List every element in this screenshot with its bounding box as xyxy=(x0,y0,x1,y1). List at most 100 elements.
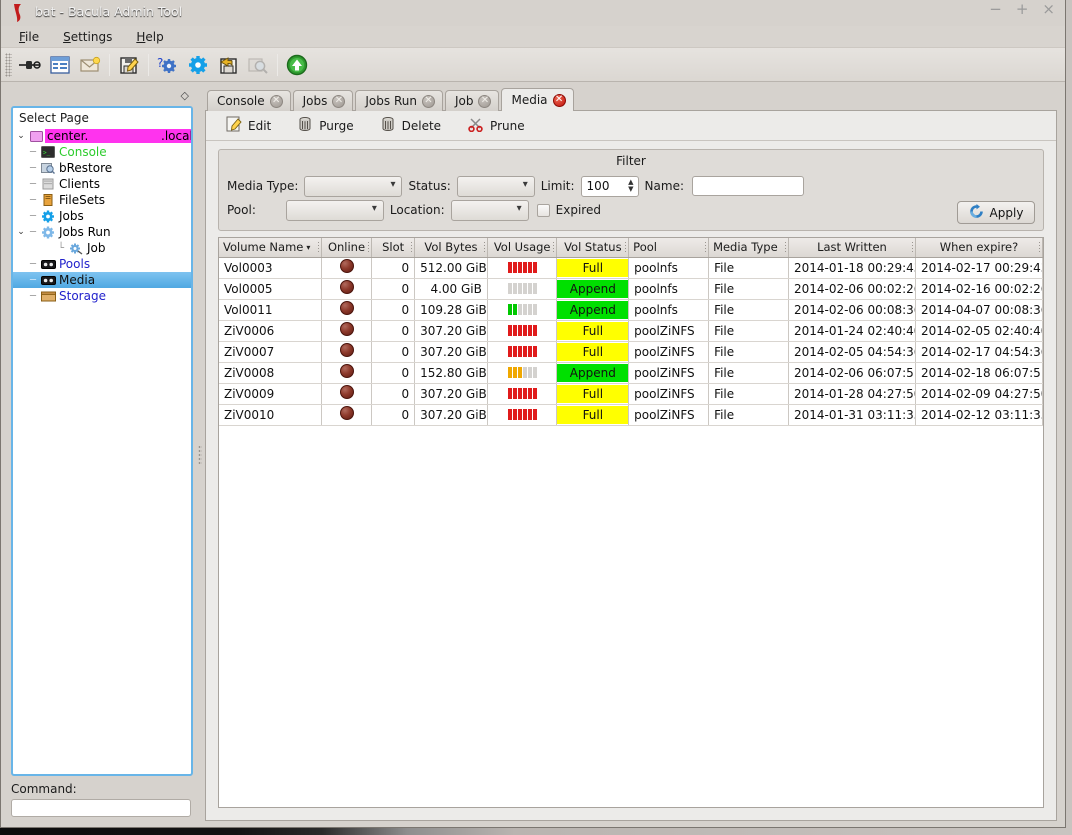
sidebar-item-console[interactable]: ─ >_ Console xyxy=(13,144,191,160)
cell-online xyxy=(321,362,373,384)
tab-job[interactable]: Job ✕ xyxy=(444,90,500,111)
cell-media-type: File xyxy=(708,278,789,300)
menu-settings[interactable]: Settings xyxy=(53,28,122,46)
maximize-button[interactable]: + xyxy=(1016,2,1029,17)
name-input[interactable] xyxy=(692,176,804,196)
tab-jobs[interactable]: Jobs ✕ xyxy=(292,90,354,111)
menu-file[interactable]: FFileile xyxy=(9,28,49,46)
tab-media[interactable]: Media ✕ xyxy=(501,88,574,111)
media-table-container[interactable]: Volume Name ▾ Online Slot Vol Bytes Vol Usage… xyxy=(218,237,1044,808)
column-header-vol-status[interactable]: Vol Status xyxy=(556,238,630,258)
status-select[interactable] xyxy=(456,175,535,197)
gear-question-icon[interactable]: ? xyxy=(153,51,183,79)
offline-indicator-icon xyxy=(339,280,354,294)
tab-console[interactable]: Console ✕ xyxy=(207,90,291,111)
table-row[interactable]: ZiV0008 0 152.80 GiB Append poolZiNFS File 201… xyxy=(219,362,1043,384)
column-header-pool[interactable]: Pool xyxy=(628,238,710,258)
cell-pool: poolZiNFS xyxy=(628,320,710,342)
column-header-vol-bytes[interactable]: Vol Bytes xyxy=(414,238,488,258)
close-button[interactable]: × xyxy=(1042,2,1055,17)
toolbar-grip[interactable] xyxy=(5,52,12,77)
usage-segment xyxy=(522,325,527,336)
table-row[interactable]: ZiV0010 0 307.20 GiB Full poolZiNFS File 2014-… xyxy=(219,404,1043,426)
command-input[interactable] xyxy=(11,799,191,817)
media-table: Volume Name ▾ Online Slot Vol Bytes Vol Usage… xyxy=(219,238,1043,426)
cell-pool: poolnfs xyxy=(628,299,710,321)
gear-blue-icon xyxy=(39,210,57,223)
restore-disk-icon[interactable] xyxy=(213,51,243,79)
sidebar-item-filesets[interactable]: ─ FileSets xyxy=(13,192,191,208)
minimize-button[interactable]: − xyxy=(989,2,1002,17)
tree-line: ─ xyxy=(29,274,37,286)
sidebar-item-jobs[interactable]: ─ Jobs xyxy=(13,208,191,224)
column-header-vol-usage[interactable]: Vol Usage xyxy=(487,238,558,258)
usage-segment xyxy=(532,262,537,273)
panel-splitter[interactable] xyxy=(195,84,205,825)
sort-chevron-down-icon[interactable]: ▾ xyxy=(306,243,310,252)
sidebar-item-media[interactable]: ─ Media xyxy=(13,272,191,288)
gear-small-icon xyxy=(67,242,85,255)
expander-icon[interactable]: ⌄ xyxy=(15,227,27,237)
sidebar-item-jobs-run[interactable]: ⌄ ─ Jobs Run xyxy=(13,224,191,240)
table-row[interactable]: Vol0011 0 109.28 GiB Append poolnfs File 2014-… xyxy=(219,299,1043,321)
close-icon[interactable]: ✕ xyxy=(269,94,283,108)
close-icon[interactable]: ✕ xyxy=(421,94,435,108)
mail-icon[interactable] xyxy=(75,51,105,79)
edit-button[interactable]: Edit xyxy=(226,116,271,135)
delete-button[interactable]: Delete xyxy=(380,116,441,135)
location-select[interactable] xyxy=(450,199,529,221)
cell-vol-status: Full xyxy=(556,320,630,342)
expander-icon[interactable]: ⌄ xyxy=(15,131,27,141)
prune-button[interactable]: Prune xyxy=(467,116,525,135)
tree-item-director[interactable]: ⌄ center..local-dir xyxy=(13,128,191,144)
connect-icon[interactable] xyxy=(15,51,45,79)
svg-text:>_: >_ xyxy=(43,150,51,157)
media-type-select[interactable] xyxy=(304,175,403,197)
purge-button[interactable]: Purge xyxy=(297,116,354,135)
column-header-last-written[interactable]: Last Written xyxy=(788,238,916,258)
expired-checkbox[interactable] xyxy=(536,203,550,217)
green-arrow-up-icon[interactable] xyxy=(282,51,312,79)
usage-segment xyxy=(532,283,537,294)
cell-online xyxy=(321,278,373,300)
dock-float-icon[interactable]: ◇ xyxy=(181,89,189,102)
limit-stepper[interactable]: 100 ▲ ▼ xyxy=(580,175,639,197)
cell-online xyxy=(321,341,373,363)
pool-select[interactable] xyxy=(285,199,384,221)
usage-segment xyxy=(527,409,532,420)
sidebar-item-job[interactable]: └ Job xyxy=(13,240,191,256)
list-icon[interactable] xyxy=(45,51,75,79)
usage-bar xyxy=(493,409,552,420)
table-row[interactable]: Vol0005 0 4.00 GiB Append poolnfs File 2014-02… xyxy=(219,278,1043,300)
menu-bar: FFileile Settings Help xyxy=(1,26,1065,48)
column-header-volume-name[interactable]: Volume Name ▾ xyxy=(219,238,322,258)
sidebar-item-storage[interactable]: ─ Storage xyxy=(13,288,191,304)
apply-button[interactable]: Apply xyxy=(957,201,1035,224)
table-row[interactable]: ZiV0006 0 307.20 GiB Full poolZiNFS File 2014-… xyxy=(219,320,1043,342)
stepper-arrows-icon[interactable]: ▲ ▼ xyxy=(628,177,633,196)
close-icon[interactable]: ✕ xyxy=(552,93,566,107)
sidebar-item-brestore[interactable]: ─ bRestore xyxy=(13,160,191,176)
tab-jobs-run[interactable]: Jobs Run ✕ xyxy=(355,90,443,111)
usage-segment xyxy=(507,346,512,357)
table-row[interactable]: Vol0003 0 512.00 GiB Full poolnfs File 2014-01… xyxy=(219,257,1043,279)
column-header-online[interactable]: Online xyxy=(321,238,373,258)
table-row[interactable]: ZiV0009 0 307.20 GiB Full poolZiNFS File 2014-… xyxy=(219,383,1043,405)
tab-bar: Console ✕ Jobs ✕ Jobs Run ✕ Job ✕ Media xyxy=(205,86,1057,111)
toolbar-separator xyxy=(277,53,278,76)
splitter-grip[interactable] xyxy=(198,444,202,465)
table-row[interactable]: ZiV0007 0 307.20 GiB Full poolZiNFS File 2014-… xyxy=(219,341,1043,363)
menu-help[interactable]: Help xyxy=(126,28,173,46)
column-header-when-expire[interactable]: When expire? xyxy=(915,238,1043,258)
column-header-slot[interactable]: Slot xyxy=(371,238,416,258)
sidebar-item-pools[interactable]: ─ Pools xyxy=(13,256,191,272)
page-tree[interactable]: ⌄ center..local-dir ─ >_ Console xyxy=(13,128,191,774)
usage-segment xyxy=(527,262,532,273)
gear-blue-icon[interactable] xyxy=(183,51,213,79)
filter-panel: Filter Media Type: Status: Limit: 100 ▲▼… xyxy=(218,149,1044,231)
close-icon[interactable]: ✕ xyxy=(478,94,492,108)
save-edit-icon[interactable] xyxy=(114,51,144,79)
column-header-media-type[interactable]: Media Type xyxy=(708,238,789,258)
close-icon[interactable]: ✕ xyxy=(332,94,346,108)
sidebar-item-clients[interactable]: ─ Clients xyxy=(13,176,191,192)
